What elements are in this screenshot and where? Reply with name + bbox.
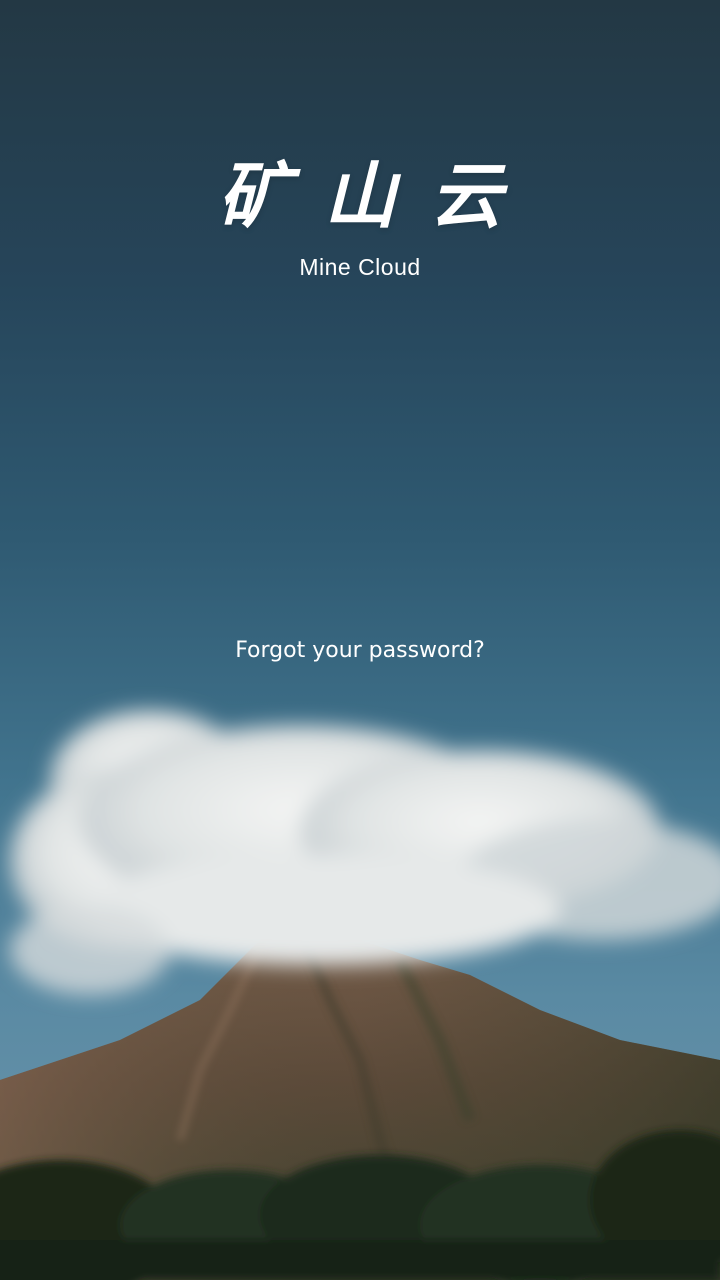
forgot-password-link[interactable]: Forgot your password? [0, 634, 720, 668]
app-logo-chinese: 矿山云 [217, 153, 536, 238]
app-logo-english: Mine Cloud [299, 254, 421, 280]
login-screen: 矿山云 Mine Cloud Forgot your password? [0, 0, 720, 1280]
